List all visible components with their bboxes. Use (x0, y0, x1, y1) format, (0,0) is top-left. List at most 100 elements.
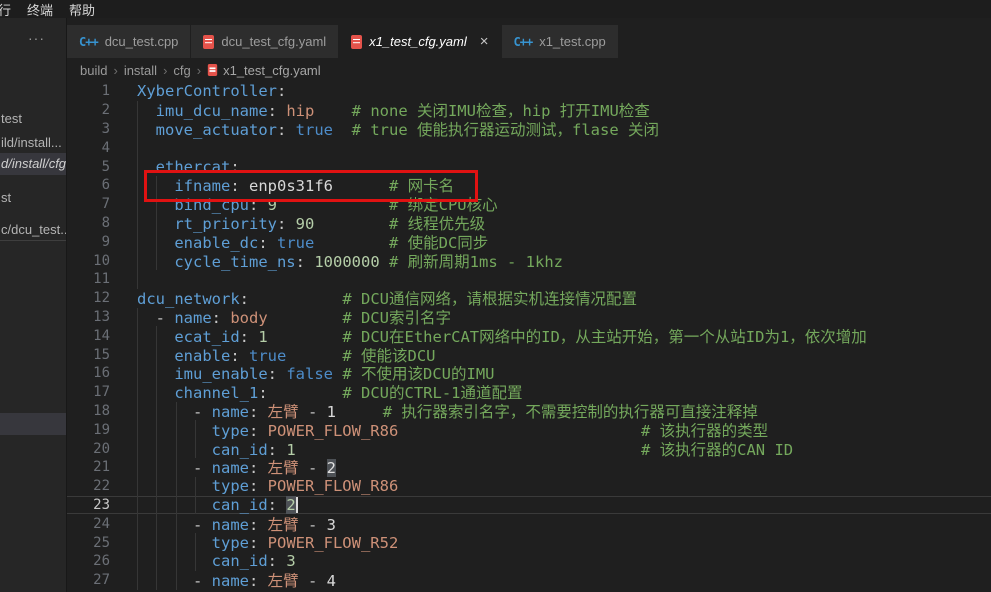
indent-guide (137, 345, 138, 364)
code-editor[interactable]: 1XyberController:2 imu_dcu_name: hip # n… (67, 82, 991, 592)
code-line-8[interactable]: 8 rt_priority: 90 # 线程优先级 (67, 214, 991, 233)
breadcrumb-item-cfg[interactable]: cfg (173, 63, 190, 78)
code-line-10[interactable]: 10 cycle_time_ns: 1000000 # 刷新周期1ms - 1k… (67, 251, 991, 270)
yaml-file-icon (203, 35, 214, 49)
code-line-19[interactable]: 19 type: POWER_FLOW_R86 # 该执行器的类型 (67, 420, 991, 439)
indent-guide (195, 533, 196, 552)
indent-guide (156, 439, 157, 458)
chevron-right-icon: › (107, 63, 123, 78)
indent-guide (195, 420, 196, 439)
code-line-22[interactable]: 22 type: POWER_FLOW_R86 (67, 477, 991, 496)
code-line-6[interactable]: 6 ifname: enp0s31f6 # 网卡名 (67, 176, 991, 195)
sidebar-item-4[interactable]: c/dcu_test... (0, 219, 67, 241)
code-line-26[interactable]: 26 can_id: 3 (67, 552, 991, 571)
text-cursor (296, 497, 298, 513)
token-str: 左臂 (268, 572, 299, 590)
line-number: 10 (67, 253, 110, 269)
token-str: POWER_FLOW_R52 (268, 534, 399, 552)
menu-item-2[interactable]: 帮助 (61, 0, 103, 18)
overflow-ellipsis-icon[interactable]: ··· (28, 30, 45, 46)
indent-guide (137, 552, 138, 571)
breadcrumb-file[interactable]: x1_test_cfg.yaml (207, 63, 321, 78)
cpp-file-icon: C++ (79, 35, 98, 49)
code-line-5[interactable]: 5 ethercat: (67, 157, 991, 176)
token-plain: 4 (327, 572, 336, 590)
indent-guide (137, 176, 138, 195)
code-line-9[interactable]: 9 enable_dc: true # 使能DC同步 (67, 232, 991, 251)
token-p: - (299, 459, 327, 477)
code-line-18[interactable]: 18 - name: 左臂 - 1 # 执行器索引名字，不需要控制的执行器可直接… (67, 402, 991, 421)
breadcrumb-item-install[interactable]: install (124, 63, 157, 78)
indent-guide (156, 477, 157, 496)
tab-x1_test.cpp[interactable]: C++x1_test.cpp (502, 25, 619, 58)
token-p: : (249, 534, 268, 552)
token-str: 左臂 (268, 516, 299, 534)
token-p (333, 121, 352, 139)
code-line-14[interactable]: 14 ecat_id: 1 # DCU在EtherCAT网络中的ID，从主站开始… (67, 326, 991, 345)
indent-guide (137, 308, 138, 327)
token-key: name (212, 459, 249, 477)
tab-x1_test_cfg.yaml[interactable]: x1_test_cfg.yaml× (339, 25, 501, 58)
token-p: : (268, 552, 287, 570)
token-p (137, 496, 212, 514)
token-key: can_id (212, 552, 268, 570)
code-line-2[interactable]: 2 imu_dcu_name: hip # none 关闭IMU检查，hip 打… (67, 101, 991, 120)
code-line-17[interactable]: 17 channel_1: # DCU的CTRL-1通道配置 (67, 383, 991, 402)
indent-guide (137, 439, 138, 458)
code-line-12[interactable]: 12dcu_network: # DCU通信网络，请根据实机连接情况配置 (67, 289, 991, 308)
line-number: 23 (67, 497, 110, 513)
token-p: : (230, 158, 239, 176)
code-line-7[interactable]: 7 bind_cpu: 9 # 绑定CPU核心 (67, 195, 991, 214)
token-p (137, 534, 212, 552)
menu-item-0[interactable]: 行 (0, 0, 19, 18)
code-text: can_id: 3 (137, 552, 296, 570)
line-number: 24 (67, 516, 110, 532)
chevron-right-icon: › (191, 63, 207, 78)
indent-guide (137, 402, 138, 421)
code-line-3[interactable]: 3 move_actuator: true # true 使能执行器运动测试，f… (67, 120, 991, 139)
code-line-20[interactable]: 20 can_id: 1 # 该执行器的CAN ID (67, 439, 991, 458)
indent-guide (137, 496, 138, 515)
line-number: 21 (67, 459, 110, 475)
close-icon[interactable]: × (480, 34, 489, 49)
tab-dcu_test.cpp[interactable]: C++dcu_test.cpp (67, 25, 191, 58)
code-line-24[interactable]: 24 - name: 左臂 - 3 (67, 514, 991, 533)
code-line-23[interactable]: 23 can_id: 2 (67, 496, 991, 515)
code-line-15[interactable]: 15 enable: true # 使能该DCU (67, 345, 991, 364)
indent-guide (156, 345, 157, 364)
sidebar-item-3[interactable]: st (0, 187, 67, 209)
line-number: 13 (67, 309, 110, 325)
sidebar-item-2[interactable]: d/install/cfg (0, 153, 67, 175)
tab-dcu_test_cfg.yaml[interactable]: dcu_test_cfg.yaml (191, 25, 339, 58)
line-number: 16 (67, 365, 110, 381)
left-sidebar: ··· testild/install...d/install/cfg st c/d… (0, 18, 67, 592)
line-number: 7 (67, 196, 110, 212)
token-str: POWER_FLOW_R86 (268, 477, 399, 495)
breadcrumb-item-build[interactable]: build (80, 63, 107, 78)
code-line-25[interactable]: 25 type: POWER_FLOW_R52 (67, 533, 991, 552)
code-line-11[interactable]: 11 (67, 270, 991, 289)
indent-guide (156, 420, 157, 439)
token-p: : (277, 82, 286, 100)
code-line-21[interactable]: 21 - name: 左臂 - 2 (67, 458, 991, 477)
indent-guide (156, 176, 157, 195)
yaml-file-icon (351, 35, 362, 49)
code-line-4[interactable]: 4 (67, 138, 991, 157)
code-line-13[interactable]: 13 - name: body # DCU索引名字 (67, 308, 991, 327)
line-number: 8 (67, 215, 110, 231)
code-line-27[interactable]: 27 - name: 左臂 - 4 (67, 571, 991, 590)
vscode-window: 行终端帮助 ··· testild/install...d/install/cf… (0, 0, 991, 592)
line-number: 6 (67, 177, 110, 193)
sidebar-item-1[interactable]: ild/install... (0, 132, 67, 154)
code-line-16[interactable]: 16 imu_enable: false # 不使用该DCU的IMU (67, 364, 991, 383)
menu-item-1[interactable]: 终端 (19, 0, 61, 18)
sidebar-selected-empty-row[interactable] (0, 413, 67, 435)
indent-guide (156, 383, 157, 402)
code-line-1[interactable]: 1XyberController: (67, 82, 991, 101)
breadcrumb: build›install›cfg›x1_test_cfg.yaml (67, 58, 991, 82)
code-text: ethercat: (137, 158, 240, 176)
token-p (137, 158, 156, 176)
sidebar-item-0[interactable]: test (0, 108, 67, 130)
indent-guide (176, 514, 177, 533)
token-key: type (212, 477, 249, 495)
